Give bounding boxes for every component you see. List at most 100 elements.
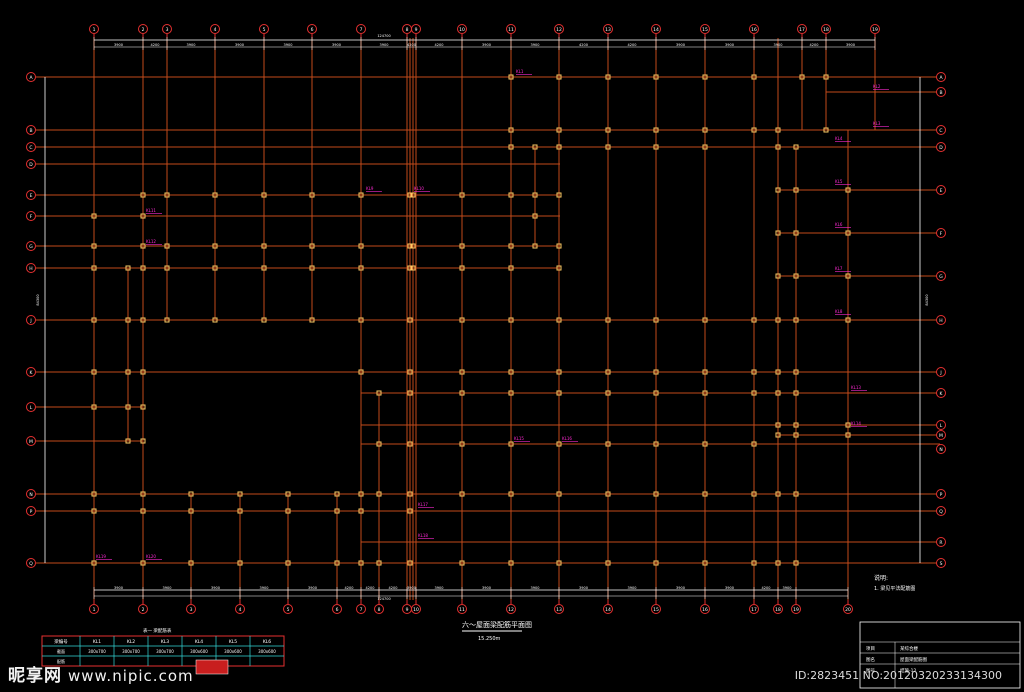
bottom-seg-dim: 3900 [783,586,792,590]
beam-tag: KL19 [96,554,112,560]
axis-bubble: 15 [651,604,661,614]
bottom-seg-dim: 3900 [260,586,269,590]
axis-bubble: 20 [843,604,853,614]
beam-tag: KL18 [418,533,434,539]
axis-label: 17 [799,27,805,33]
axis-bubble: E [936,185,946,195]
axis-bubble: 7 [356,24,366,34]
axis-label: 7 [360,27,363,33]
axis-label: 19 [872,27,878,33]
top-overall-dim: 124700 [377,34,390,38]
axis-label: 1 [93,607,96,613]
axis-bubble: B [936,87,946,97]
axis-bubble: K [936,388,946,398]
beam-tag-label: KL7 [835,266,843,271]
axis-bubble: 11 [457,604,467,614]
axis-bubble: A [26,72,36,82]
bottom-seg-dim: 3900 [114,586,123,590]
beam-tag-label: KL17 [418,502,428,507]
beam-tag-label: KL6 [835,222,843,227]
beam-tag: KL6 [835,222,851,228]
axis-label: F [940,231,943,237]
axis-label: 7 [360,607,363,613]
axis-label: 8 [378,607,381,613]
axis-label: J [29,318,31,324]
axis-label: 14 [653,27,659,33]
beam-tag-label: KL13 [851,385,861,390]
axis-bubble: J [936,367,946,377]
axis-label: 2 [142,27,145,33]
beam-tag: KL15 [514,436,530,442]
axis-label: 6 [311,27,314,33]
axis-bubble: P [936,489,946,499]
axis-label: 12 [556,27,562,33]
axis-label: 6 [336,607,339,613]
top-seg-dim: 4200 [628,43,637,47]
top-seg-dim: 4200 [810,43,819,47]
table-header-cell: KL3 [161,639,169,645]
axis-bubble: 14 [651,24,661,34]
beam-tag-label: KL1 [516,69,524,74]
table-cell: 300x700 [122,649,140,654]
axis-label: G [939,274,943,280]
axis-bubble: C [936,125,946,135]
axis-label: N [939,447,942,453]
top-seg-dim: 4200 [579,43,588,47]
axis-label: N [29,492,32,498]
bottom-seg-dim: 3900 [725,586,734,590]
axis-bubble: H [26,263,36,273]
axis-bubble: 3 [186,604,196,614]
top-seg-dim: 4200 [151,43,160,47]
axis-label: 4 [214,27,217,33]
axis-bubble: K [26,367,36,377]
axis-bubble: N [936,444,946,454]
bottom-seg-dim: 4200 [345,586,354,590]
axis-bubble: N [26,489,36,499]
axis-bubbles: 1 2 3 4 5 6 7 8 9 10 11 12 13 14 15 16 17 18 191 2 3 4 5 6 7 8 9 10… [26,24,946,614]
axis-bubble: S [936,558,946,568]
bottom-seg-dim: 3900 [163,586,172,590]
axis-label: B [939,90,942,96]
table-header-cell: KL2 [127,639,135,645]
bottom-overall-dim: 124700 [377,597,390,601]
beam-tag-label: KL16 [562,436,572,441]
axis-label: 19 [793,607,799,613]
axis-bubble: 5 [283,604,293,614]
axis-bubble: 13 [603,24,613,34]
axis-label: 15 [653,607,659,613]
axis-bubble: 1 [89,24,99,34]
axis-bubble: R [936,537,946,547]
axis-bubble: Q [26,558,36,568]
beam-tag-label: KL8 [835,309,843,314]
axis-bubble: D [26,159,36,169]
top-seg-dim: 3900 [774,43,783,47]
axis-bubble: 15 [700,24,710,34]
axis-label: 20 [845,607,851,613]
axis-bubble: 8 [402,24,412,34]
table-cell: 300x700 [88,649,106,654]
watermark-site: www.nipic.com [68,667,194,685]
bottom-seg-dim: 3900 [308,586,317,590]
axis-bubble: 18 [773,604,783,614]
axis-bubble: 18 [821,24,831,34]
axis-bubble: 9 [402,604,412,614]
bottom-seg-dim: 3900 [482,586,491,590]
axis-bubble: Q [936,506,946,516]
top-seg-dim: 4200 [435,43,444,47]
axis-bubble: G [936,271,946,281]
axis-label: P [940,492,943,498]
axis-label: 9 [415,27,418,33]
beam-tag: KL1 [516,69,532,75]
axis-bubble: F [26,211,36,221]
table-header-cell: KL4 [195,639,203,645]
bottom-seg-dim: 4200 [762,586,771,590]
right-overall-dim: 84300 [925,294,929,305]
axis-label: 1 [93,27,96,33]
axis-bubble: 10 [411,604,421,614]
axis-bubble: L [26,402,36,412]
table-header-cell: KL1 [93,639,101,645]
axis-bubble: 4 [235,604,245,614]
drawing-title: 六～屋面梁配筋平面图 [462,620,532,629]
watermark-logo: 昵享网 www.nipic.com [8,661,194,686]
beam-tag: KL16 [562,436,578,442]
